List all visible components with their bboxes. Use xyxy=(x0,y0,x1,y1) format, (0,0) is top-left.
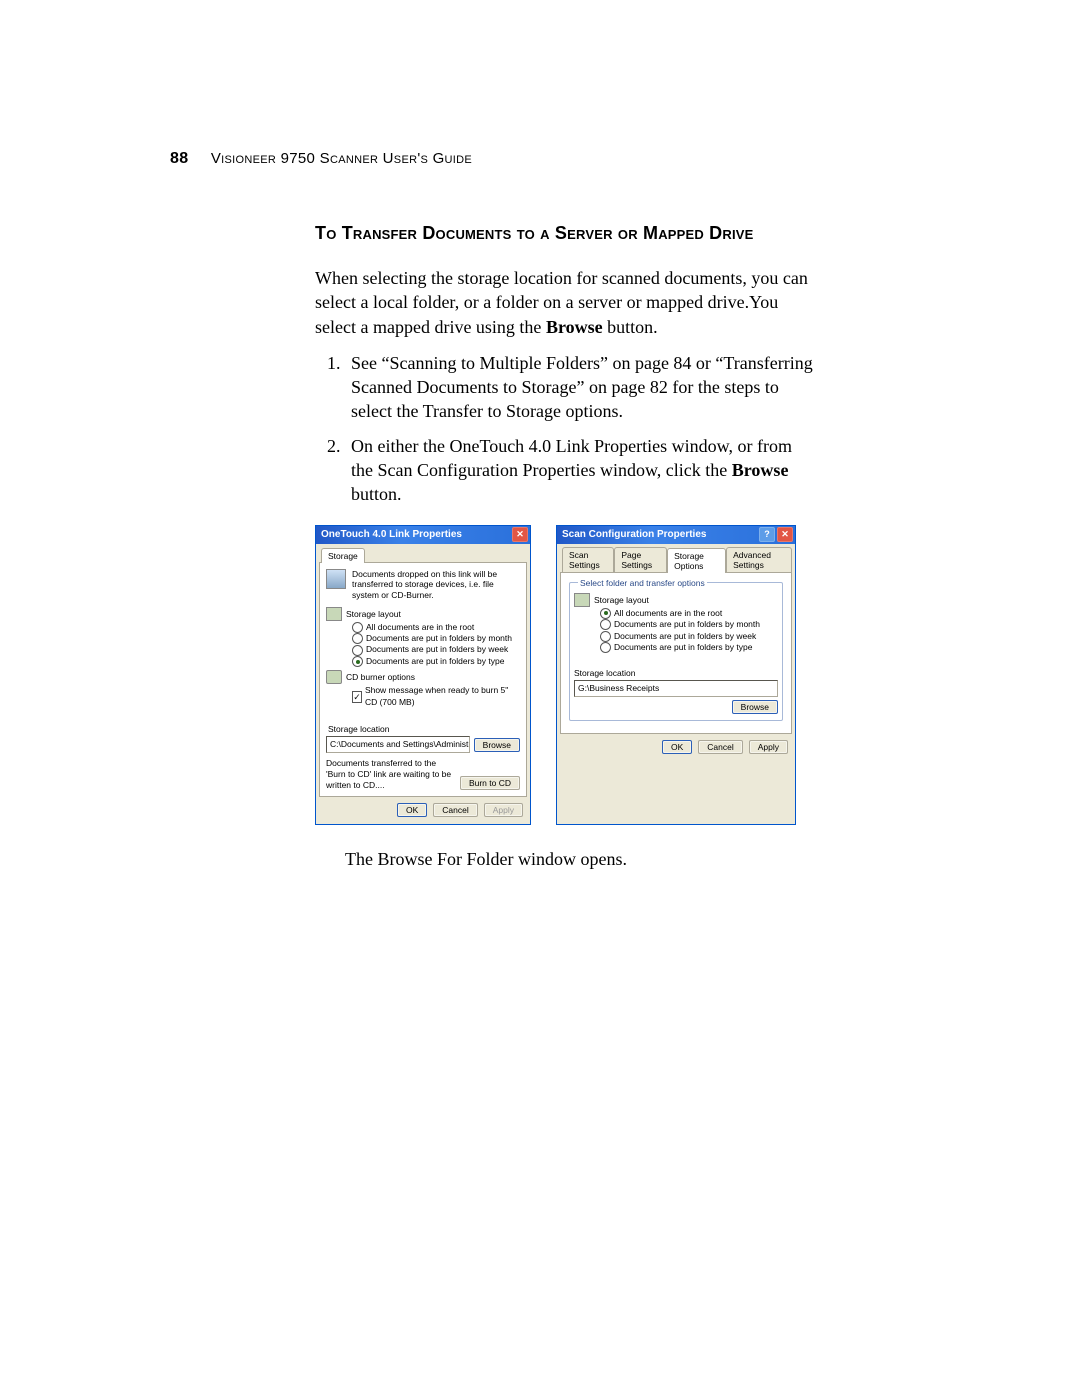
page-number: 88 xyxy=(170,150,188,167)
dlg1-apply-button[interactable]: Apply xyxy=(484,803,523,817)
onetouch-link-properties-dialog: OneTouch 4.0 Link Properties ✕ Storage D… xyxy=(315,525,531,826)
intro-text-b: button. xyxy=(603,317,658,337)
dlg1-opt-week[interactable]: Documents are put in folders by week xyxy=(352,644,520,655)
dlg1-opt-type[interactable]: Documents are put in folders by type xyxy=(352,656,520,667)
dlg1-storage-layout-label: Storage layout xyxy=(346,609,401,619)
dlg1-storage-location-label: Storage location xyxy=(328,724,520,734)
dlg2-ok-button[interactable]: OK xyxy=(662,740,692,754)
figure-row: OneTouch 4.0 Link Properties ✕ Storage D… xyxy=(315,525,815,826)
dlg2-storage-location-label: Storage location xyxy=(574,668,778,678)
steps-list: See “Scanning to Multiple Folders” on pa… xyxy=(315,351,815,507)
dlg1-opt-month[interactable]: Documents are put in folders by month xyxy=(352,633,520,644)
dlg2-opt-root[interactable]: All documents are in the root xyxy=(600,608,778,619)
drive-icon xyxy=(326,569,346,589)
dlg2-storage-layout-label: Storage layout xyxy=(594,595,649,605)
dlg1-cancel-button[interactable]: Cancel xyxy=(433,803,477,817)
tab-scan-settings[interactable]: Scan Settings xyxy=(562,547,614,572)
guide-title: Visioneer 9750 Scanner User's Guide xyxy=(211,150,472,167)
step-2-a: On either the OneTouch 4.0 Link Properti… xyxy=(351,436,792,480)
burn-to-cd-button[interactable]: Burn to CD xyxy=(460,776,520,791)
dlg2-opt-type[interactable]: Documents are put in folders by type xyxy=(600,642,778,653)
dlg1-storage-path-input[interactable]: C:\Documents and Settings\Administrator\… xyxy=(326,736,470,753)
tab-advanced-settings[interactable]: Advanced Settings xyxy=(726,547,792,572)
tab-storage[interactable]: Storage xyxy=(321,548,365,563)
dlg2-storage-path-input[interactable]: G:\Business Receipts xyxy=(574,680,778,697)
dlg2-browse-button[interactable]: Browse xyxy=(732,700,778,714)
dlg2-titlebar[interactable]: Scan Configuration Properties ? ✕ xyxy=(557,526,795,544)
dlg1-description: Documents dropped on this link will be t… xyxy=(352,569,520,601)
after-figure-text: The Browse For Folder window opens. xyxy=(345,849,815,870)
dlg1-titlebar[interactable]: OneTouch 4.0 Link Properties ✕ xyxy=(316,526,530,544)
harddisk-icon xyxy=(326,607,342,621)
dlg1-opt-root[interactable]: All documents are in the root xyxy=(352,622,520,633)
cd-icon xyxy=(326,670,342,684)
dlg2-apply-button[interactable]: Apply xyxy=(749,740,788,754)
help-icon[interactable]: ? xyxy=(759,527,775,542)
dlg1-title: OneTouch 4.0 Link Properties xyxy=(321,529,462,540)
dlg1-layout-options: All documents are in the root Documents … xyxy=(352,622,520,668)
dlg2-layout-options: All documents are in the root Documents … xyxy=(600,608,778,654)
close-icon[interactable]: ✕ xyxy=(777,527,793,542)
dlg1-ok-button[interactable]: OK xyxy=(397,803,427,817)
dlg2-fieldset-legend: Select folder and transfer options xyxy=(578,578,707,588)
step-1: See “Scanning to Multiple Folders” on pa… xyxy=(345,351,815,424)
scan-configuration-properties-dialog: Scan Configuration Properties ? ✕ Scan S… xyxy=(556,525,796,826)
intro-bold: Browse xyxy=(546,317,603,337)
close-icon[interactable]: ✕ xyxy=(512,527,528,542)
dlg2-opt-month[interactable]: Documents are put in folders by month xyxy=(600,619,778,630)
page-header: 88 Visioneer 9750 Scanner User's Guide xyxy=(170,150,960,168)
tab-page-settings[interactable]: Page Settings xyxy=(614,547,667,572)
section-title: To Transfer Documents to a Server or Map… xyxy=(315,223,815,244)
harddisk-icon xyxy=(574,593,590,607)
tab-storage-options[interactable]: Storage Options xyxy=(667,548,726,573)
step-2: On either the OneTouch 4.0 Link Properti… xyxy=(345,434,815,507)
dlg2-title: Scan Configuration Properties xyxy=(562,529,706,540)
dlg1-browse-button[interactable]: Browse xyxy=(474,738,520,752)
dlg2-opt-week[interactable]: Documents are put in folders by week xyxy=(600,631,778,642)
intro-paragraph: When selecting the storage location for … xyxy=(315,266,815,339)
dlg1-burn-note: Documents transferred to the 'Burn to CD… xyxy=(326,758,454,790)
dlg1-cd-show-message[interactable]: ✓Show message when ready to burn 5" CD (… xyxy=(352,685,520,708)
step-2-b: button. xyxy=(351,484,402,504)
dlg1-cd-burner-label: CD burner options xyxy=(346,672,415,682)
step-2-bold: Browse xyxy=(732,460,789,480)
dlg2-cancel-button[interactable]: Cancel xyxy=(698,740,742,754)
